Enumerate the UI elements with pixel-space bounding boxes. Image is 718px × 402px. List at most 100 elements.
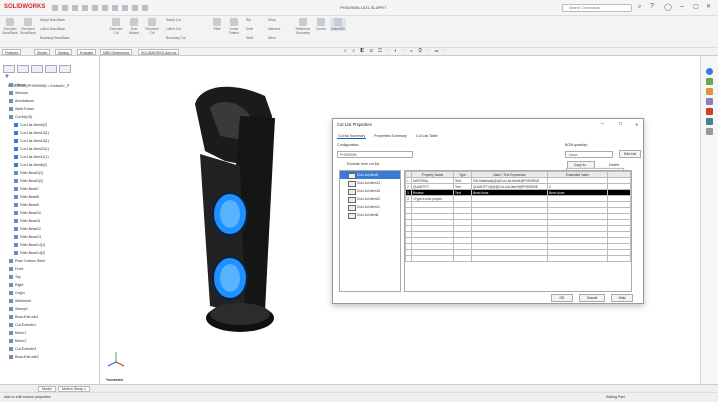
bom-quantity-select[interactable]: -None- [565,151,613,158]
hole-wizard-button[interactable]: Hole Wizard [126,18,142,35]
tab-cut-list-summary[interactable]: Cut list Summary [337,134,367,139]
property-tab[interactable] [17,65,29,73]
tree-item[interactable]: Cut-Extrude1 [4,321,100,329]
search-icon[interactable]: ⌕ [638,4,641,11]
lofted-cut-button[interactable]: Lofted Cut [166,27,206,31]
select-icon[interactable] [122,5,128,11]
tree-item[interactable]: Origin [4,289,100,297]
tree-item[interactable]: Plain Carbon Steel [4,257,100,265]
resources-icon[interactable] [706,68,713,75]
view-palette-icon[interactable] [706,98,713,105]
tab-features[interactable]: Features [2,49,22,55]
tree-item[interactable]: Fillet Bead1[1] [4,169,100,177]
draft-button[interactable]: Draft [246,27,262,31]
close-icon[interactable]: ✕ [706,3,711,10]
design-library-icon[interactable] [706,78,713,85]
curves-button[interactable]: Curves [314,18,328,31]
wrap-button[interactable]: Wrap [268,18,284,22]
maximize-icon[interactable]: □ [619,121,622,127]
minimize-icon[interactable]: – [601,121,604,127]
tree-item[interactable]: Fillet Bead13 [4,233,100,241]
swept-boss-button[interactable]: Swept Boss/Base [40,18,84,22]
tree-item[interactable]: Sweep1 [4,305,100,313]
tree-item[interactable]: Fillet Bead9 [4,201,100,209]
tab-properties-summary[interactable]: Properties Summary [373,134,408,138]
tab-addins[interactable]: SOLIDWORKS Add-Ins [138,49,180,55]
tree-item[interactable]: Fillet Bead14[2] [4,249,100,257]
tree-item[interactable]: Cut-List-Item11(1) [4,153,100,161]
print-icon[interactable] [92,5,98,11]
tree-item[interactable]: Weldment [4,297,100,305]
exclude-from-cut-list-label[interactable]: Exclude from cut list [347,162,379,166]
forum-icon[interactable] [706,128,713,135]
cut-list-item[interactable]: Cut-List-Item11 [340,203,400,211]
revolved-cut-button[interactable]: Revolved Cut [144,18,160,35]
configuration-select[interactable]: PHS09008 [337,151,413,158]
display-tab[interactable] [59,65,71,73]
extruded-cut-button[interactable]: Extruded Cut [108,18,124,35]
tab-markup[interactable]: Markup [55,49,73,55]
boundary-cut-button[interactable]: Boundary Cut [166,36,206,40]
rebuild-icon[interactable] [132,5,138,11]
open-icon[interactable] [72,5,78,11]
shell-button[interactable]: Shell [246,36,262,40]
tree-item[interactable]: Boss-Extrude1 [4,313,100,321]
undo-icon[interactable] [102,5,108,11]
tree-item[interactable]: Front [4,265,100,273]
redo-icon[interactable] [112,5,118,11]
revolved-boss-button[interactable]: Revolved Boss/Base [20,18,36,35]
edit-list-button[interactable]: Edit List [619,150,641,158]
boundary-boss-button[interactable]: Boundary Boss/Base [40,36,84,40]
cut-list-item[interactable]: Cut-List-Item22 [340,195,400,203]
tree-item[interactable]: Fillet Bead7 [4,185,100,193]
reference-geometry-button[interactable]: Reference Geometry [294,18,312,35]
save-icon[interactable] [82,5,88,11]
tree-item[interactable]: Fillet Bead10 [4,209,100,217]
help-icon[interactable]: ? [650,3,654,10]
options-icon[interactable] [142,5,148,11]
tree-item[interactable]: Right [4,281,100,289]
tree-item[interactable]: Top [4,273,100,281]
tab-sketch[interactable]: Sketch [34,49,51,55]
tree-item[interactable]: Weld Folder [4,105,100,113]
tab-evaluate[interactable]: Evaluate [77,49,97,55]
solidworks-logo[interactable]: SOLIDWORKS [4,4,45,10]
filter-icon[interactable]: ▼ [4,74,10,80]
swept-cut-button[interactable]: Swept Cut [166,18,206,22]
close-icon[interactable]: ✕ [635,122,638,127]
tree-item[interactable]: Cut-List-Item9(2) [4,121,100,129]
delete-button[interactable]: Delete [609,163,619,167]
tab-mbd-dimensions[interactable]: MBD Dimensions [100,49,133,55]
custom-properties-icon[interactable] [706,118,713,125]
extruded-boss-button[interactable]: Extruded Boss/Base [2,18,18,35]
intersect-button[interactable]: Intersect [268,27,288,31]
tree-item[interactable]: Mirror1 [4,329,100,337]
tree-item[interactable]: Sensors [4,89,100,97]
search-commands-input[interactable]: Search Commands [562,4,632,12]
tree-item[interactable]: Fillet Bead11 [4,217,100,225]
tree-item[interactable]: Cut-List-Item8(2) [4,161,100,169]
tree-item[interactable]: History [4,81,100,89]
tree-item[interactable]: Cut-Extrude3 [4,345,100,353]
tree-item[interactable]: Fillet Bead1[2] [4,177,100,185]
cut-list-item[interactable]: Cut-List-Item13 [340,179,400,187]
tree-item[interactable]: Cut-List-Item13(1) [4,129,100,137]
feature-tree-tab[interactable] [3,65,15,73]
cut-list-item[interactable]: Cut-List-Item8 [340,211,400,219]
tree-item[interactable]: Fillet Bead8 [4,193,100,201]
fillet-button[interactable]: Fillet [210,18,224,31]
restore-icon[interactable]: ▢ [693,3,699,10]
tree-item[interactable]: Cut list(15) [4,113,100,121]
user-icon[interactable]: ◯ [664,3,672,11]
file-explorer-icon[interactable] [706,88,713,95]
lofted-boss-button[interactable]: Lofted Boss/Base [40,27,84,31]
tree-item[interactable]: Fillet Bead12 [4,225,100,233]
tab-cut-list-table[interactable]: Cut List Table [415,134,439,138]
new-icon[interactable] [62,5,68,11]
appearances-icon[interactable] [706,108,713,115]
dimxpert-tab[interactable] [45,65,57,73]
tree-item[interactable]: Annotations [4,97,100,105]
mirror-button[interactable]: Mirror [268,36,284,40]
minimize-icon[interactable]: – [680,3,684,10]
linear-pattern-button[interactable]: Linear Pattern [226,18,242,35]
